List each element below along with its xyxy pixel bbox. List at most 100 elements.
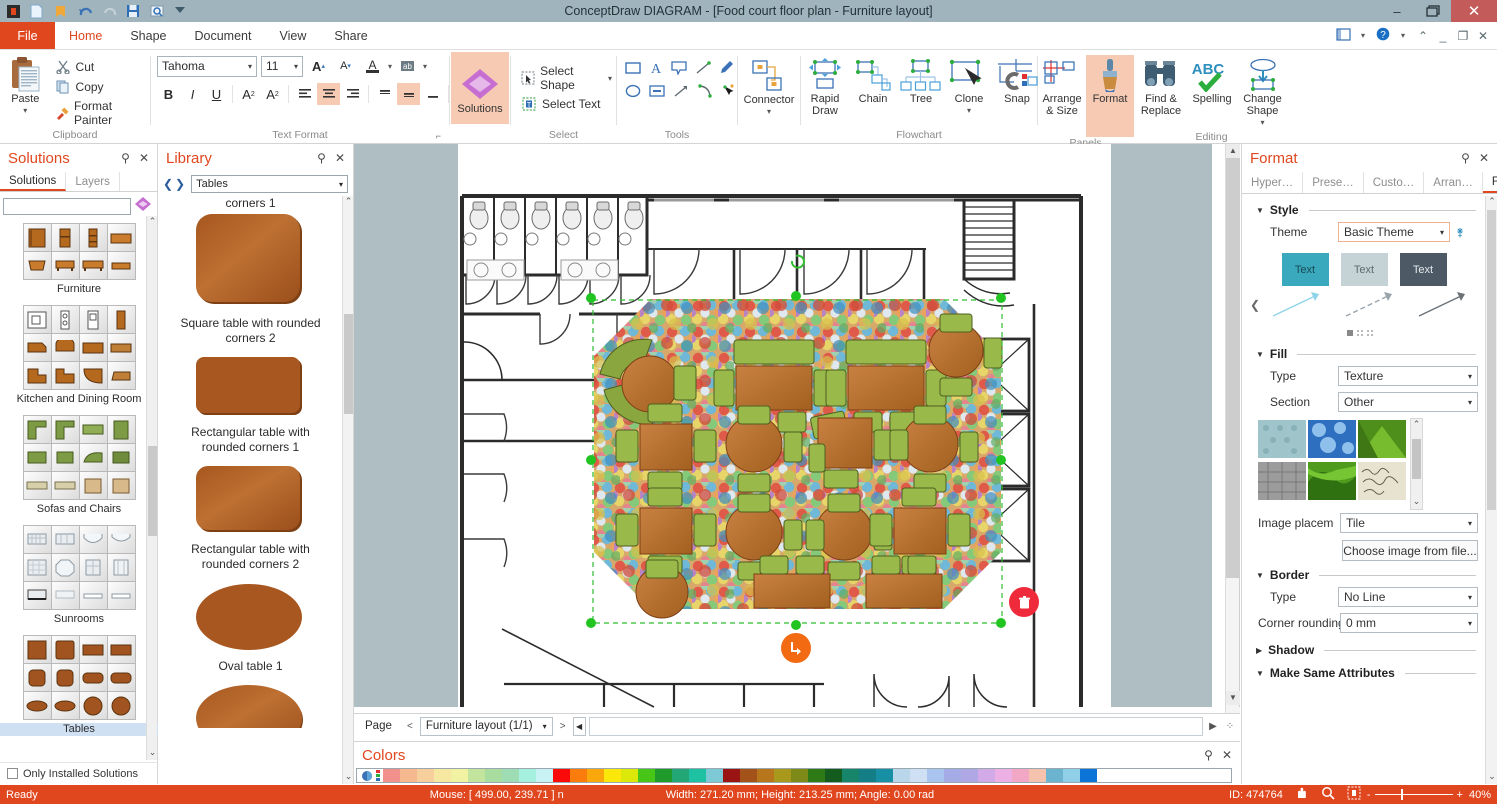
library-select-caret-icon[interactable]: ▾: [339, 180, 343, 189]
border-section-header[interactable]: ▼ Border: [1242, 561, 1486, 584]
image-placement-select[interactable]: Tile ▾: [1340, 513, 1478, 533]
scroll-down-icon[interactable]: ⌄: [343, 771, 354, 784]
new-document-icon[interactable]: [30, 4, 45, 19]
fill-type-caret-icon[interactable]: ▾: [1468, 372, 1472, 381]
file-menu-button[interactable]: File: [0, 22, 55, 49]
color-swatch[interactable]: [791, 769, 808, 782]
connector-button[interactable]: Connector ▾: [738, 56, 800, 120]
tab-share[interactable]: Share: [320, 22, 381, 49]
color-swatch[interactable]: [961, 769, 978, 782]
select-text-button[interactable]: T Select Text: [517, 94, 604, 114]
texture-scrollbar[interactable]: ⌃ ⌄: [1410, 418, 1423, 510]
select-shape-button[interactable]: Select Shape ▾: [517, 62, 616, 94]
format-panel-scrollbar[interactable]: ⌃ ⌄: [1485, 196, 1497, 784]
color-swatch[interactable]: [485, 769, 502, 782]
color-swatch[interactable]: [910, 769, 927, 782]
only-installed-checkbox[interactable]: [7, 768, 18, 779]
zoom-search-icon[interactable]: [150, 4, 165, 19]
theme-sample-1[interactable]: Text: [1282, 253, 1329, 286]
scrollbar-thumb[interactable]: [344, 314, 353, 414]
scrollbar-thumb[interactable]: [1487, 210, 1496, 510]
copy-button[interactable]: Copy: [51, 77, 150, 97]
line-tool-icon[interactable]: [695, 61, 711, 78]
texture-swatch-5[interactable]: [1308, 462, 1356, 500]
canvas-vertical-scrollbar[interactable]: ▲ ▼: [1225, 144, 1239, 721]
rapid-draw-button[interactable]: Rapid Draw: [801, 55, 849, 119]
library-scrollbar[interactable]: ⌃ ⌄: [342, 196, 353, 784]
color-swatch[interactable]: [893, 769, 910, 782]
color-swatch[interactable]: [1080, 769, 1097, 782]
color-swatch[interactable]: [978, 769, 995, 782]
color-swatch[interactable]: [1063, 769, 1080, 782]
color-swatch[interactable]: [995, 769, 1012, 782]
color-swatch[interactable]: [587, 769, 604, 782]
rotate-shape-handle[interactable]: [781, 633, 811, 663]
connector-sample-3[interactable]: [1415, 290, 1471, 320]
font-color-icon[interactable]: A: [361, 55, 384, 77]
connector-sample-1[interactable]: [1269, 290, 1325, 320]
color-swatch[interactable]: [723, 769, 740, 782]
page-select-caret-icon[interactable]: ▾: [533, 722, 547, 731]
format-panel-button[interactable]: Format: [1086, 55, 1134, 137]
ribbon-display-options-icon[interactable]: [1335, 28, 1351, 44]
tab-format[interactable]: Format: [1483, 172, 1497, 193]
color-swatch[interactable]: [1012, 769, 1029, 782]
superscript-button[interactable]: A2: [237, 83, 260, 105]
texture-swatch-4[interactable]: [1258, 462, 1306, 500]
solutions-search-input[interactable]: [3, 198, 131, 215]
color-swatch[interactable]: [502, 769, 519, 782]
theme-pin-icon[interactable]: ⚵: [1456, 226, 1464, 239]
align-center-button[interactable]: [317, 83, 340, 105]
scroll-up-icon[interactable]: ⌃: [147, 216, 158, 229]
font-name-caret-icon[interactable]: ▾: [242, 62, 252, 71]
selection-handle-top-center[interactable]: [791, 291, 801, 301]
color-swatch[interactable]: [604, 769, 621, 782]
theme-sample-3[interactable]: Text: [1400, 253, 1447, 286]
font-size-caret-icon[interactable]: ▾: [288, 62, 298, 71]
color-swatch[interactable]: [553, 769, 570, 782]
ellipse-tool-icon[interactable]: [625, 84, 641, 101]
shadow-section-header[interactable]: ▶ Shadow: [1242, 636, 1486, 659]
library-item-oval-1[interactable]: Oval table 1: [158, 580, 343, 682]
color-swatch[interactable]: [859, 769, 876, 782]
solution-furniture[interactable]: Furniture: [0, 216, 158, 298]
paste-button[interactable]: Paste ▾: [0, 53, 51, 119]
color-swatch[interactable]: [740, 769, 757, 782]
library-shapes-list[interactable]: corners 1 Square table with rounded corn…: [158, 196, 343, 784]
color-swatch[interactable]: [655, 769, 672, 782]
bold-button[interactable]: B: [157, 83, 180, 105]
highlight-caret-icon[interactable]: ▾: [423, 62, 427, 71]
scroll-up-icon[interactable]: ⌃: [1486, 196, 1497, 209]
callout-tool-icon[interactable]: [671, 61, 687, 78]
selection-handle-top-right[interactable]: [996, 293, 1006, 303]
highlight-color-icon[interactable]: ab: [396, 55, 419, 77]
help-icon[interactable]: ?: [1375, 27, 1391, 44]
solution-tables[interactable]: Tables: [0, 628, 158, 738]
zoom-out-button[interactable]: -: [1367, 789, 1371, 801]
cut-button[interactable]: Cut: [51, 57, 150, 77]
page-prev-button[interactable]: <: [403, 717, 417, 735]
fill-section-caret-icon[interactable]: ▾: [1468, 398, 1472, 407]
fill-type-select[interactable]: Texture ▾: [1338, 366, 1478, 386]
collapse-ribbon-icon[interactable]: ⌃: [1415, 29, 1431, 43]
text-tool-icon[interactable]: A: [649, 61, 663, 78]
spelling-button[interactable]: ABC Spelling: [1188, 55, 1236, 107]
font-size-combo[interactable]: 11 ▾: [261, 56, 303, 77]
solution-sunrooms[interactable]: Sunrooms: [0, 518, 158, 628]
library-item-oval-2[interactable]: [158, 682, 343, 739]
color-swatch[interactable]: [808, 769, 825, 782]
paste-caret-icon[interactable]: ▾: [23, 105, 27, 117]
texture-swatch-7[interactable]: [1258, 504, 1306, 508]
make-same-section-header[interactable]: ▼ Make Same Attributes: [1242, 659, 1486, 682]
save-icon[interactable]: [126, 4, 141, 19]
valign-bottom-button[interactable]: [421, 83, 444, 105]
scroll-up-icon[interactable]: ▲: [1226, 144, 1240, 158]
color-swatch[interactable]: [757, 769, 774, 782]
selection-handle-bottom-center[interactable]: [791, 620, 801, 630]
change-shape-button[interactable]: Change Shape ▾: [1236, 55, 1289, 131]
shadow-expand-icon[interactable]: ▶: [1256, 646, 1262, 655]
tab-presentation[interactable]: Prese…: [1303, 172, 1364, 193]
color-swatch[interactable]: [536, 769, 553, 782]
page-resize-grip-icon[interactable]: ⁘: [1223, 717, 1237, 735]
tab-document[interactable]: Document: [181, 22, 266, 49]
